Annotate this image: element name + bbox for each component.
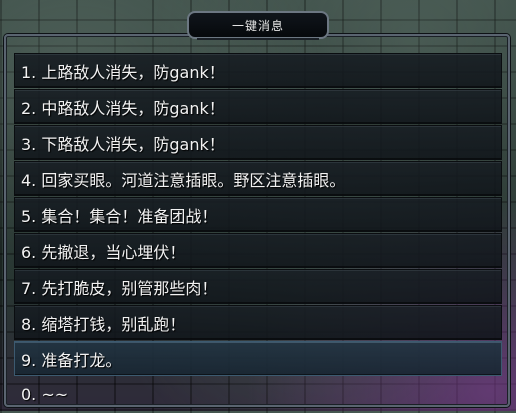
message-item-label: 3. 下路敌人消失，防gank！ xyxy=(21,134,225,154)
message-item-label: 7. 先打脆皮，别管那些肉！ xyxy=(21,278,218,298)
message-item-label: 4. 回家买眼。河道注意插眼。野区注意插眼。 xyxy=(21,170,346,190)
message-item-9[interactable]: 9. 准备打龙。 xyxy=(14,341,502,376)
message-item-label: 9. 准备打龙。 xyxy=(21,350,122,370)
message-item-label: 2. 中路敌人消失，防gank！ xyxy=(21,98,225,118)
message-item-7[interactable]: 7. 先打脆皮，别管那些肉！ xyxy=(14,269,502,304)
message-item-5[interactable]: 5. 集合！集合！准备团战！ xyxy=(14,197,502,232)
panel-title: 一键消息 xyxy=(231,18,284,33)
message-item-4[interactable]: 4. 回家买眼。河道注意插眼。野区注意插眼。 xyxy=(14,161,502,196)
message-item-label: 0. ~~ xyxy=(21,385,69,404)
message-item-label: 6. 先撤退，当心埋伏！ xyxy=(21,242,186,262)
panel-title-tab: 一键消息 xyxy=(187,11,329,40)
message-item-3[interactable]: 3. 下路敌人消失，防gank！ xyxy=(14,125,502,160)
message-item-2[interactable]: 2. 中路敌人消失，防gank！ xyxy=(14,89,502,124)
message-item-1[interactable]: 1. 上路敌人消失，防gank！ xyxy=(14,53,502,88)
message-item-label: 5. 集合！集合！准备团战！ xyxy=(21,206,218,226)
message-item-8[interactable]: 8. 缩塔打钱，别乱跑！ xyxy=(14,305,502,340)
message-item-label: 8. 缩塔打钱，别乱跑！ xyxy=(21,314,186,334)
message-item-label: 1. 上路敌人消失，防gank！ xyxy=(21,62,225,82)
message-item-6[interactable]: 6. 先撤退，当心埋伏！ xyxy=(14,233,502,268)
quick-message-list: 1. 上路敌人消失，防gank！ 2. 中路敌人消失，防gank！ 3. 下路敌… xyxy=(14,53,502,413)
message-item-0[interactable]: 0. ~~ xyxy=(14,377,502,412)
